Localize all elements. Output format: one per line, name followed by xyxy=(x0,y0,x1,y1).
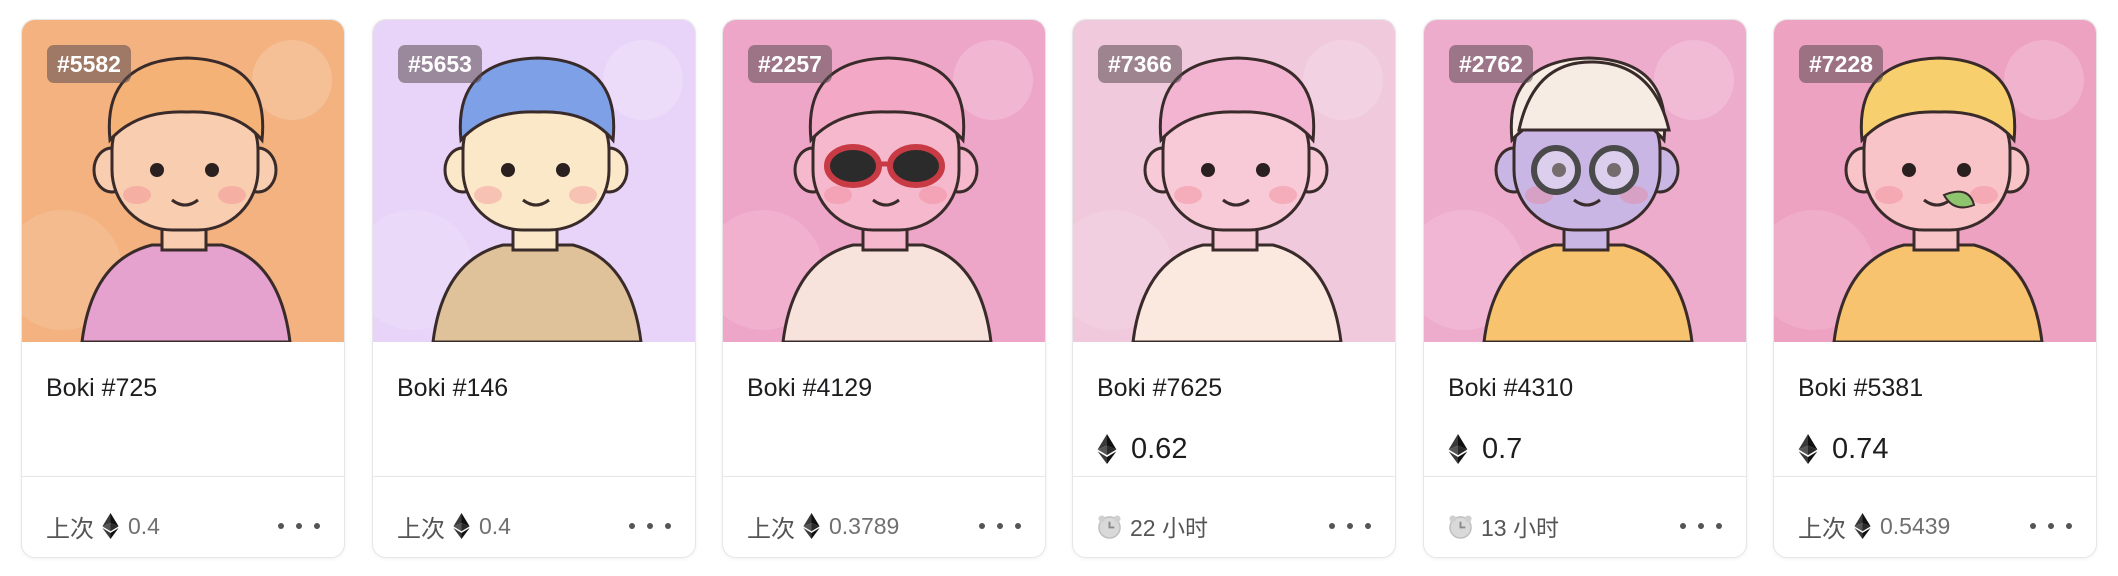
dot-icon xyxy=(629,523,635,529)
dot-icon xyxy=(1365,523,1371,529)
dot-icon xyxy=(1329,523,1335,529)
more-options-button[interactable] xyxy=(1329,511,1371,541)
dot-icon xyxy=(647,523,653,529)
last-sale-value: 0.5439 xyxy=(1880,512,1951,539)
alarm-clock-icon xyxy=(1098,514,1121,539)
card-footer: 上次 0.4 xyxy=(46,506,320,546)
card-footer: 上次 0.3789 xyxy=(747,506,1021,546)
ethereum-icon xyxy=(102,513,119,539)
more-options-button[interactable] xyxy=(1680,511,1722,541)
nft-card[interactable]: #5653 Boki #146 上次 0.4 xyxy=(372,19,696,558)
nft-name[interactable]: Boki #4310 xyxy=(1448,374,1573,403)
price-value: 0.62 xyxy=(1131,432,1188,465)
nft-name[interactable]: Boki #7625 xyxy=(1097,374,1222,403)
nft-card[interactable]: #2762 Boki #4310 0.7 13 小时 xyxy=(1423,19,1747,558)
listing-price: 0.7 xyxy=(1448,432,1522,466)
divider xyxy=(723,476,1045,477)
nft-card[interactable]: #2257 Boki #4129 上次 0.3789 xyxy=(722,19,1046,558)
card-footer: 上次 0.4 xyxy=(397,506,671,546)
dot-icon xyxy=(1698,523,1704,529)
divider xyxy=(1073,476,1395,477)
ethereum-icon xyxy=(1097,434,1117,464)
time-remaining: 22 小时 xyxy=(1130,515,1208,541)
divider xyxy=(22,476,344,477)
rank-badge: #2762 xyxy=(1449,45,1533,83)
dot-icon xyxy=(2066,523,2072,529)
nft-card[interactable]: #7366 Boki #7625 0.62 22 小时 xyxy=(1072,19,1396,558)
last-sale-label: 上次 xyxy=(747,515,795,543)
ethereum-icon xyxy=(453,513,470,539)
ethereum-icon xyxy=(803,513,820,539)
time-remaining: 13 小时 xyxy=(1481,515,1559,541)
nft-card[interactable]: #7228 Boki #5381 0.74 上次 0.5439 xyxy=(1773,19,2097,558)
dot-icon xyxy=(665,523,671,529)
more-options-button[interactable] xyxy=(629,511,671,541)
last-sale-label: 上次 xyxy=(46,515,94,543)
ethereum-icon xyxy=(1798,434,1818,464)
divider xyxy=(373,476,695,477)
more-options-button[interactable] xyxy=(278,511,320,541)
listing-price: 0.62 xyxy=(1097,432,1187,466)
more-options-button[interactable] xyxy=(979,511,1021,541)
nft-name[interactable]: Boki #5381 xyxy=(1798,374,1923,403)
rank-badge: #2257 xyxy=(748,45,832,83)
ethereum-icon xyxy=(1854,513,1871,539)
nft-name[interactable]: Boki #4129 xyxy=(747,374,872,403)
last-sale-label: 上次 xyxy=(397,515,445,543)
dot-icon xyxy=(1680,523,1686,529)
last-sale-label: 上次 xyxy=(1798,515,1846,543)
dot-icon xyxy=(1716,523,1722,529)
last-sale-value: 0.4 xyxy=(128,512,160,539)
rank-badge: #5653 xyxy=(398,45,482,83)
rank-badge: #7366 xyxy=(1098,45,1182,83)
nft-card-grid: #5582 Boki #725 上次 0.4 #5653 Boki #146 上… xyxy=(21,19,2101,559)
dot-icon xyxy=(979,523,985,529)
dot-icon xyxy=(296,523,302,529)
alarm-clock-icon xyxy=(1449,514,1472,539)
divider xyxy=(1424,476,1746,477)
divider xyxy=(1774,476,2096,477)
dot-icon xyxy=(314,523,320,529)
rank-badge: #5582 xyxy=(47,45,131,83)
price-value: 0.7 xyxy=(1482,432,1523,465)
rank-badge: #7228 xyxy=(1799,45,1883,83)
dot-icon xyxy=(2030,523,2036,529)
nft-name[interactable]: Boki #146 xyxy=(397,374,508,403)
dot-icon xyxy=(2048,523,2054,529)
price-value: 0.74 xyxy=(1832,432,1889,465)
nft-name[interactable]: Boki #725 xyxy=(46,374,157,403)
ethereum-icon xyxy=(1448,434,1468,464)
listing-price: 0.74 xyxy=(1798,432,1888,466)
dot-icon xyxy=(1347,523,1353,529)
card-footer: 13 小时 xyxy=(1448,506,1722,546)
card-footer: 上次 0.5439 xyxy=(1798,506,2072,546)
dot-icon xyxy=(1015,523,1021,529)
dot-icon xyxy=(997,523,1003,529)
nft-card[interactable]: #5582 Boki #725 上次 0.4 xyxy=(21,19,345,558)
last-sale-value: 0.4 xyxy=(479,512,511,539)
more-options-button[interactable] xyxy=(2030,511,2072,541)
last-sale-value: 0.3789 xyxy=(829,512,900,539)
card-footer: 22 小时 xyxy=(1097,506,1371,546)
dot-icon xyxy=(278,523,284,529)
